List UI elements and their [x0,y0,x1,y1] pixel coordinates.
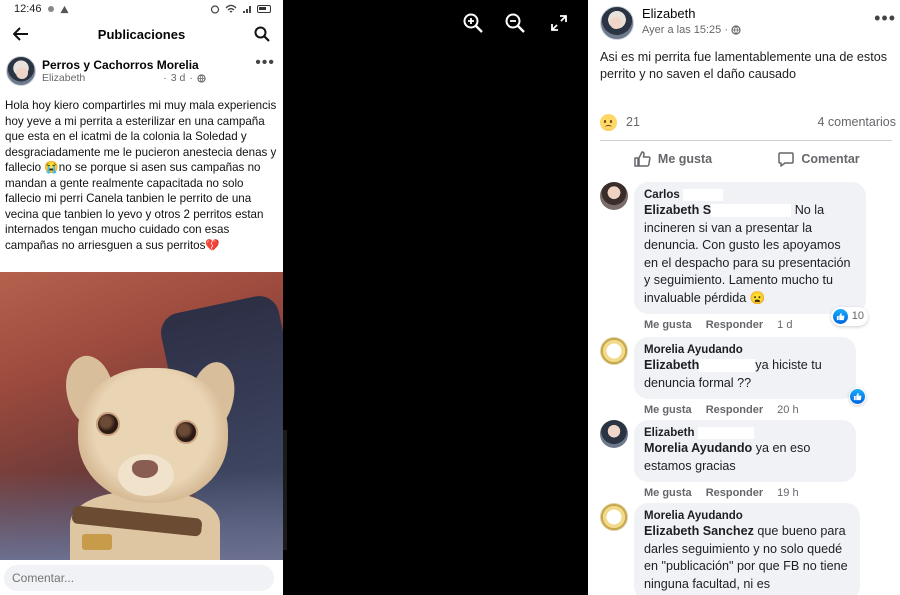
comment-button[interactable]: Comentar [746,151,892,167]
globe-icon [197,74,206,83]
comment-mention[interactable]: Elizabeth S [644,203,711,217]
battery-icon [257,5,271,13]
comment-like-link[interactable]: Me gusta [644,319,692,331]
comment-reply-link[interactable]: Responder [706,487,763,499]
comment-like-badge[interactable] [849,388,866,405]
post-header: Elizabeth Ayer a las 15:25 · ••• [600,6,896,44]
comment-time[interactable]: 19 h [777,487,798,499]
comment-text: No la incineren si van a presentar la de… [644,203,851,305]
comment-author[interactable]: Elizabeth [644,427,694,439]
comment-like-count: 10 [851,309,864,322]
comment-icon [778,152,795,167]
post-text: Asi es mi perrita fue lamentablemente un… [600,50,888,81]
post-actions: Me gusta Comentar [600,144,892,174]
group-name[interactable]: Perros y Cachorros Morelia [42,58,255,72]
commenter-avatar[interactable] [600,337,628,365]
comment-author[interactable]: Morelia Ayudando [644,509,850,523]
status-time: 12:46 [14,3,42,15]
like-reaction-icon [850,389,865,404]
comment-like-link[interactable]: Me gusta [644,487,692,499]
author-avatar[interactable] [600,6,634,40]
image-viewer [283,0,588,595]
comment-bubble: Morelia Ayudando Elizabeth Sanchez que b… [634,503,860,595]
comment-time[interactable]: 1 d [777,319,792,331]
post-author[interactable]: Elizabeth [42,72,85,85]
comment-actions: Me gusta Responder 19 h [634,482,866,499]
warning-icon [59,5,69,13]
comment-reply-link[interactable]: Responder [706,319,763,331]
comment-time[interactable]: 20 h [777,404,798,416]
reactions-summary[interactable]: 21 4 comentarios [600,112,896,132]
comment-actions: Me gusta Responder 20 h [634,399,866,416]
comment-item: Carlos Elizabeth S No la incineren si va… [600,182,868,331]
wifi-icon [225,4,237,13]
comment-like-badge[interactable]: 10 [830,306,868,326]
comment-mention[interactable]: Elizabeth Sanchez [644,524,754,538]
notification-icon [47,6,54,12]
author-avatar[interactable] [6,56,36,86]
dog-photo[interactable] [0,272,283,560]
more-options-icon[interactable]: ••• [874,8,896,29]
viewer-image-edge [283,430,287,550]
app-bar: Publicaciones [0,18,283,50]
like-button[interactable]: Me gusta [600,151,746,167]
comment-bubble: Elizabeth Morelia Ayudando ya en eso est… [634,420,856,482]
post-age[interactable]: 3 d [171,72,186,85]
phone-post-panel: 12:46 Publicaciones Perros y Cachorros M… [0,0,283,595]
comment-bar [0,560,283,595]
thumbs-up-icon [634,151,651,167]
comment-mention[interactable]: Morelia Ayudando [644,441,752,455]
comment-bubble: Morelia Ayudando Elizabeth ya hiciste tu … [634,337,866,405]
comment-reply-link[interactable]: Responder [706,404,763,416]
status-bar: 12:46 [0,0,283,18]
post-time[interactable]: Ayer a las 15:25 · [642,23,728,37]
like-label: Me gusta [657,152,713,166]
comment-item: Morelia Ayudando Elizabeth Sanchez que b… [600,503,866,595]
comment-bubble: Carlos Elizabeth S No la incineren si va… [634,182,868,326]
alarm-icon [210,5,220,14]
signal-icon [243,6,251,13]
comment-item: Morelia Ayudando Elizabeth ya hiciste tu … [600,337,866,416]
commenter-avatar[interactable] [600,420,628,448]
zoom-in-icon[interactable] [461,11,485,35]
comment-item: Elizabeth Morelia Ayudando ya en eso est… [600,420,866,499]
facebook-post-panel: Elizabeth Ayer a las 15:25 · ••• Asi es … [588,0,900,595]
comment-label: Comentar [801,152,860,166]
comment-mention[interactable]: Elizabeth [644,358,699,372]
commenter-avatar[interactable] [600,182,628,210]
reaction-count[interactable]: 21 [626,115,640,129]
sad-reaction-icon [600,113,617,131]
comments-count[interactable]: 4 comentarios [817,115,896,129]
post-header: Perros y Cachorros Morelia Elizabeth · 3… [0,50,283,88]
comment-author[interactable]: Carlos [644,189,680,201]
comment-author[interactable]: Morelia Ayudando [644,343,846,357]
commenter-avatar[interactable] [600,503,628,531]
globe-icon [731,25,741,35]
post-text: Hola hoy kiero compartirles mi muy mala … [5,99,277,252]
back-arrow-icon[interactable] [10,23,32,45]
search-icon[interactable] [251,23,273,45]
fullscreen-icon[interactable] [547,11,571,35]
post-author[interactable]: Elizabeth [642,6,741,23]
like-reaction-icon [832,308,848,324]
comment-input[interactable] [4,565,274,591]
more-options-icon[interactable]: ••• [255,54,275,72]
comment-like-link[interactable]: Me gusta [644,404,692,416]
divider [600,140,892,141]
zoom-out-icon[interactable] [503,11,527,35]
page-title: Publicaciones [97,26,186,42]
